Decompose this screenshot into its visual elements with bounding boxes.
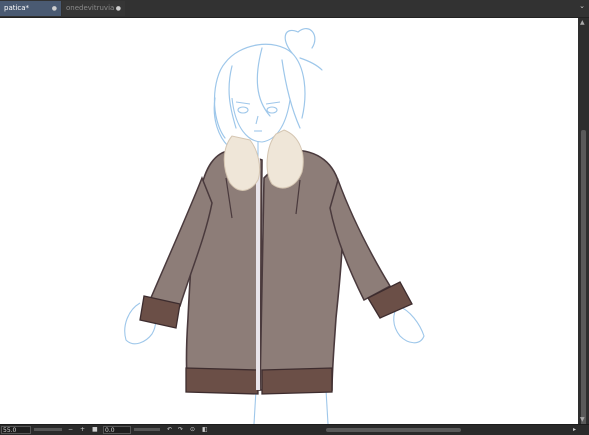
scrollbar-thumb[interactable]	[581, 130, 586, 430]
rotate-right-icon[interactable]: ↷	[178, 426, 183, 434]
reset-icon[interactable]: ⊙	[190, 426, 195, 434]
hair-sketch	[213, 28, 323, 147]
zoom-input[interactable]: 55.0	[1, 426, 31, 434]
tab-patica[interactable]: patica* ●	[0, 1, 61, 16]
document-tab-bar: patica* ● onedevitruvian ● ⌄	[0, 0, 589, 18]
rotate-left-icon[interactable]: ↶	[167, 426, 172, 434]
artwork-image	[124, 28, 425, 424]
scroll-up-icon[interactable]: ▲	[580, 19, 585, 26]
zoom-slider[interactable]	[34, 428, 62, 431]
vertical-scrollbar[interactable]: ▲ ▼	[578, 18, 589, 430]
drawing-canvas[interactable]	[0, 18, 578, 424]
scroll-down-icon[interactable]: ▼	[580, 416, 585, 423]
close-icon[interactable]: ●	[52, 1, 57, 16]
tab-label: patica*	[4, 4, 30, 12]
tab-onedevitruvian[interactable]: onedevitruvian ●	[62, 1, 125, 16]
rotation-input[interactable]: 0.0	[103, 426, 131, 434]
mirror-icon[interactable]: ◧	[202, 426, 208, 434]
canvas-statusbar: 55.0 − + ■ 0.0 ↶ ↷ ⊙ ◧ ▸	[0, 424, 589, 435]
plus-icon[interactable]: +	[80, 426, 85, 434]
minus-icon[interactable]: −	[68, 426, 73, 434]
chevron-down-icon[interactable]: ⌄	[579, 2, 585, 10]
rotation-slider[interactable]	[134, 428, 160, 431]
close-icon[interactable]: ●	[116, 1, 121, 16]
scroll-right-icon[interactable]: ▸	[573, 426, 576, 434]
tab-label: onedevitruvian	[66, 4, 114, 12]
horizontal-scrollbar[interactable]	[326, 428, 461, 432]
square-icon[interactable]: ■	[92, 426, 98, 434]
